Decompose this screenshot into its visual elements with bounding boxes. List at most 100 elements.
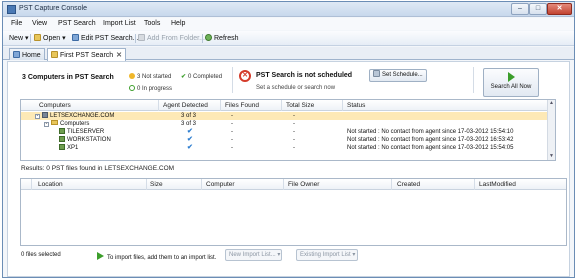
col-computer[interactable]: Computer [206, 181, 235, 188]
results-table: Location Size Computer File Owner Create… [20, 178, 567, 246]
open-label: Open [43, 35, 61, 42]
toolbar-separator [135, 34, 136, 43]
menu-tools[interactable]: Tools [144, 20, 160, 27]
not-started-dot-icon [129, 73, 135, 79]
import-arrow-icon [97, 252, 104, 260]
computer-name: XP1 [67, 145, 79, 151]
agent-detected-check-icon: ✔ [187, 144, 193, 151]
table-row[interactable]: XP1 ✔ - - Not started : No contact from … [21, 144, 548, 152]
col-last-modified[interactable]: LastModified [479, 181, 516, 188]
schedule-title: PST Search is not scheduled [256, 72, 353, 79]
open-button[interactable]: Open ▾ [34, 34, 66, 42]
table-row[interactable]: - Computers 3 of 3 - - [21, 120, 548, 128]
in-progress-count: 0 In progress [137, 86, 173, 92]
col-agent-detected[interactable]: Agent Detected [163, 102, 208, 109]
edit-pst-search-button[interactable]: Edit PST Search... [72, 34, 138, 42]
new-label: New [9, 35, 24, 42]
tab-home[interactable]: Home [9, 48, 45, 60]
column-divider [146, 179, 147, 190]
menu-file[interactable]: File [11, 20, 22, 27]
col-computers[interactable]: Computers [39, 102, 71, 109]
computer-name-cell: WORKSTATION [59, 136, 111, 144]
computer-name: WORKSTATION [67, 137, 111, 143]
app-icon [7, 5, 16, 14]
column-divider [281, 100, 282, 111]
add-from-folder-button[interactable]: Add From Folder... [138, 34, 205, 42]
total-size-cell: - [293, 145, 295, 151]
not-started-count: 3 Not started [137, 74, 172, 80]
search-all-label: Search All Now [490, 84, 532, 90]
tab-first-pst-search[interactable]: First PST Search ✕ [47, 48, 127, 61]
table-row[interactable]: TILESERVER ✔ - - Not started : No contac… [21, 128, 548, 136]
minimize-button[interactable]: – [511, 3, 529, 15]
not-scheduled-icon: ✕ [239, 70, 251, 82]
files-found-cell: - [231, 145, 233, 151]
tab-first-pst-search-label: First PST Search [60, 52, 114, 59]
scroll-down-icon[interactable]: ▼ [548, 153, 555, 160]
scroll-up-icon[interactable]: ▲ [548, 100, 555, 107]
collapse-icon[interactable]: - [35, 114, 40, 119]
menu-view[interactable]: View [32, 20, 47, 27]
tab-close-icon[interactable]: ✕ [116, 52, 122, 59]
col-created[interactable]: Created [397, 181, 420, 188]
agent-detected-cell: 3 of 3 [181, 113, 197, 119]
status-panel: 3 Computers in PST Search 3 Not started … [12, 65, 565, 97]
menu-bar: File View PST Search Import List Tools H… [3, 18, 574, 30]
search-all-now-button[interactable]: Search All Now [483, 68, 539, 97]
pst-search-icon [51, 51, 58, 58]
computers-scrollbar[interactable]: ▲ ▼ [547, 100, 555, 160]
computer-icon [59, 136, 65, 142]
schedule-subtitle: Set a schedule or search now [256, 85, 336, 91]
tab-home-label: Home [22, 52, 41, 59]
table-row[interactable]: - LETSEXCHANGE.COM 3 of 3 - - [21, 112, 548, 120]
computers-table-header: Computers Agent Detected Files Found Tot… [21, 100, 548, 111]
maximize-button[interactable]: □ [529, 3, 547, 15]
column-divider [283, 179, 284, 190]
document-tabs: Home First PST Search ✕ [3, 47, 574, 61]
computer-name: TILESERVER [67, 129, 105, 135]
menu-import-list[interactable]: Import List [103, 20, 136, 27]
computer-name-cell: XP1 [59, 144, 78, 152]
folder-icon [51, 120, 58, 125]
import-hint: To import files, add them to an import l… [97, 252, 216, 261]
computer-name-cell: - Computers [44, 120, 89, 128]
col-file-owner[interactable]: File Owner [288, 181, 319, 188]
status-divider [232, 67, 233, 93]
status-cell: Not started : No contact from agent sinc… [347, 137, 514, 143]
computer-name: Computers [60, 121, 90, 127]
refresh-button[interactable]: Refresh [205, 34, 239, 42]
computer-name-cell: TILESERVER [59, 128, 104, 136]
close-button[interactable]: ✕ [547, 3, 572, 15]
in-progress-icon [129, 85, 135, 91]
col-total-size[interactable]: Total Size [286, 102, 314, 109]
total-size-cell: - [293, 137, 295, 143]
menu-help[interactable]: Help [171, 20, 185, 27]
title-bar: PST Capture Console – □ ✕ [3, 2, 574, 17]
status-cell: Not started : No contact from agent sinc… [347, 129, 514, 135]
refresh-icon [205, 34, 212, 41]
menu-pst-search[interactable]: PST Search [58, 20, 96, 27]
new-button[interactable]: New ▾ [9, 34, 28, 42]
results-table-header: Location Size Computer File Owner Create… [21, 179, 566, 190]
col-location[interactable]: Location [38, 181, 63, 188]
column-divider [158, 100, 159, 111]
agent-detected-cell: 3 of 3 [181, 121, 197, 127]
completed-check-icon: ✔ [181, 74, 187, 80]
collapse-icon[interactable]: - [44, 122, 49, 127]
table-row[interactable]: WORKSTATION ✔ - - Not started : No conta… [21, 136, 548, 144]
existing-import-list-button[interactable]: Existing Import List ▾ [296, 249, 358, 261]
edit-icon [72, 34, 79, 41]
home-icon [13, 51, 20, 58]
col-files-found[interactable]: Files Found [225, 102, 259, 109]
set-schedule-button[interactable]: Set Schedule... [369, 69, 427, 82]
files-found-cell: - [231, 121, 233, 127]
total-size-cell: - [293, 129, 295, 135]
computer-icon [59, 144, 65, 150]
new-import-list-button[interactable]: New Import List... ▾ [225, 249, 282, 261]
col-status[interactable]: Status [347, 102, 365, 109]
total-size-cell: - [293, 113, 295, 119]
main-content: 3 Computers in PST Search 3 Not started … [7, 61, 570, 277]
total-size-cell: - [293, 121, 295, 127]
col-size[interactable]: Size [150, 181, 163, 188]
results-label: Results: 0 PST files found in LETSEXCHAN… [21, 165, 175, 172]
